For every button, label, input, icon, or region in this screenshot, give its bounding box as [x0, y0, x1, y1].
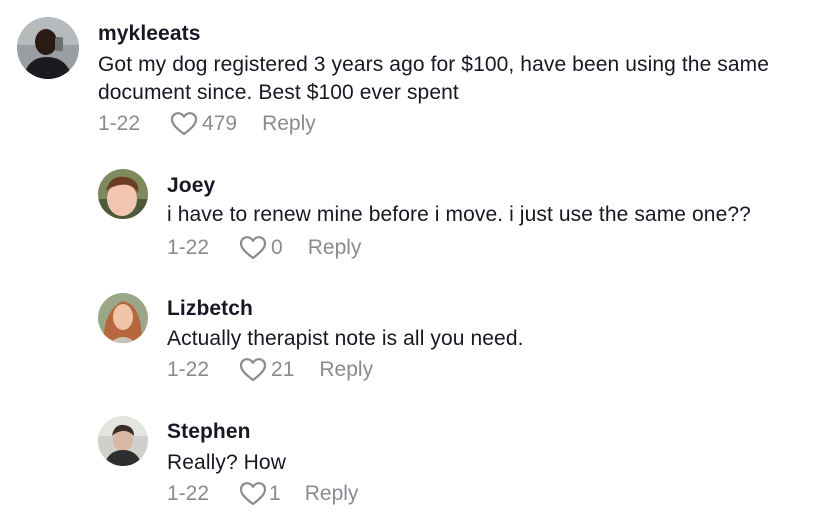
- comment-username[interactable]: mykleeats: [98, 22, 200, 46]
- like-button[interactable]: 479: [170, 111, 237, 136]
- comment-text: Actually therapist note is all you need.: [167, 327, 524, 350]
- comment-text: Really? How: [167, 451, 286, 474]
- like-button[interactable]: 1: [239, 481, 281, 506]
- comment-meta: 1-22 21 Reply: [167, 357, 373, 382]
- like-button[interactable]: 0: [239, 235, 283, 260]
- like-count: 21: [271, 357, 295, 381]
- like-count: 1: [269, 481, 281, 505]
- heart-outline-icon: [170, 112, 198, 136]
- heart-outline-icon: [239, 236, 267, 260]
- comment-date: 1-22: [167, 481, 210, 505]
- like-count: 0: [271, 235, 283, 259]
- comment-text: Got my dog registered 3 years ago for $1…: [98, 53, 770, 104]
- avatar[interactable]: [17, 17, 79, 79]
- heart-outline-icon: [239, 482, 267, 506]
- heart-outline-icon: [239, 358, 267, 382]
- comment-date: 1-22: [167, 357, 210, 381]
- reply-button[interactable]: Reply: [262, 112, 316, 136]
- reply-button[interactable]: Reply: [308, 236, 362, 260]
- comment-date: 1-22: [98, 111, 141, 135]
- avatar[interactable]: [98, 416, 148, 466]
- comment-username[interactable]: Stephen: [167, 420, 251, 444]
- comment-meta: 1-22 479 Reply: [98, 111, 316, 136]
- like-button[interactable]: 21: [239, 357, 294, 382]
- reply-button[interactable]: Reply: [305, 482, 359, 506]
- comment-username[interactable]: Lizbetch: [167, 297, 253, 321]
- avatar[interactable]: [98, 169, 148, 219]
- comment-meta: 1-22 1 Reply: [167, 481, 358, 506]
- comment-username[interactable]: Joey: [167, 174, 215, 198]
- comment-date: 1-22: [167, 235, 210, 259]
- comment-meta: 1-22 0 Reply: [167, 235, 361, 260]
- like-count: 479: [202, 111, 238, 135]
- reply-button[interactable]: Reply: [319, 358, 373, 382]
- comment-text: i have to renew mine before i move. i ju…: [167, 203, 751, 226]
- avatar[interactable]: [98, 293, 148, 343]
